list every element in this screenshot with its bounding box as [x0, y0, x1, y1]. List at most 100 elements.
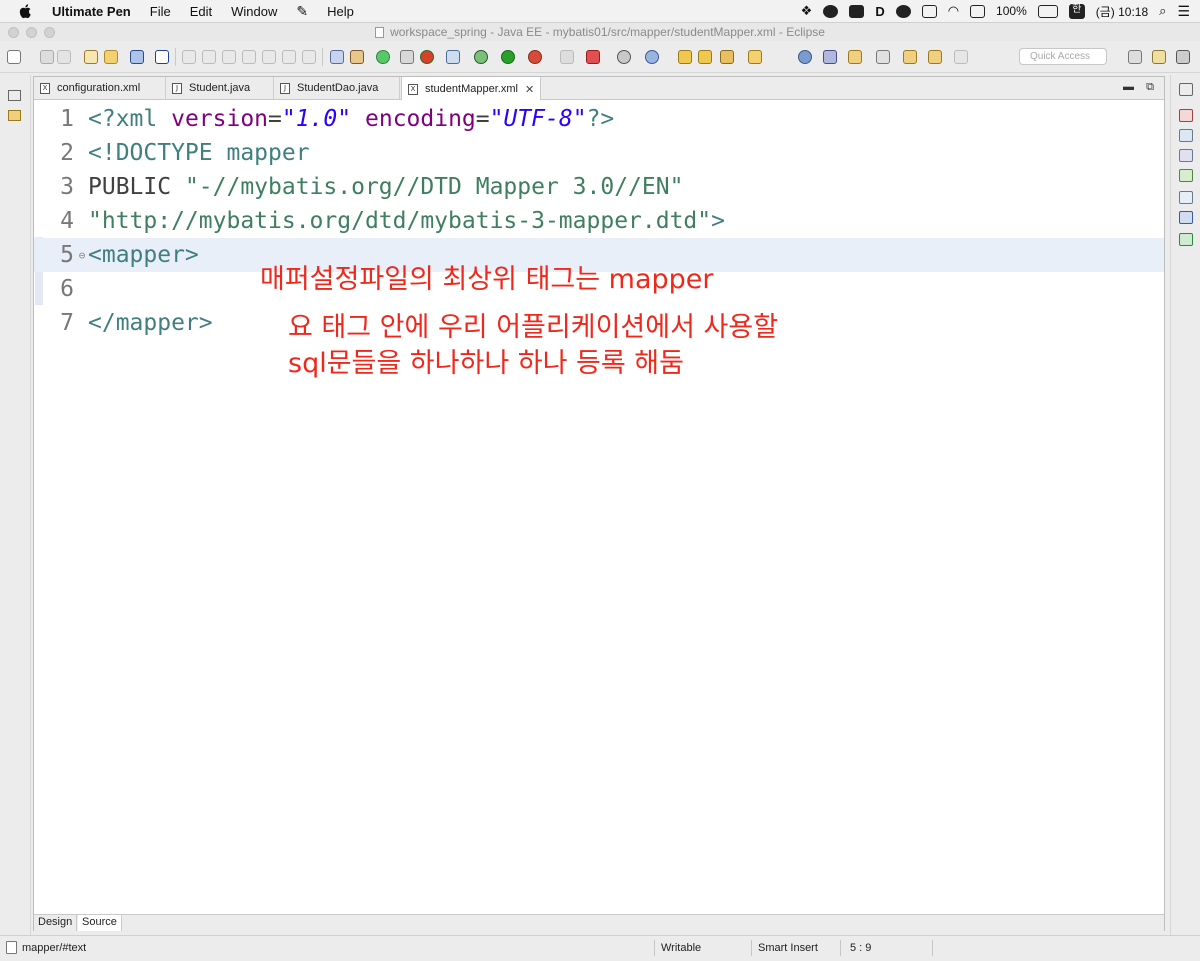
cloud-icon[interactable]: [895, 4, 911, 18]
dropbox-icon[interactable]: ❖: [801, 3, 813, 19]
line-number: 2: [60, 140, 74, 166]
code-line[interactable]: 2 <!DOCTYPE mapper: [34, 136, 1164, 170]
git-perspective-icon[interactable]: [1176, 50, 1190, 64]
skip-breakpoints-icon[interactable]: [155, 50, 169, 64]
code-line[interactable]: 4 "http://mybatis.org/dtd/mybatis-3-mappe…: [34, 204, 1164, 238]
menu-edit[interactable]: Edit: [190, 4, 212, 19]
minimize-editor-icon[interactable]: ▬: [1123, 81, 1134, 93]
tab-source[interactable]: Source: [78, 915, 122, 931]
wifi-icon[interactable]: ◠: [948, 3, 959, 19]
tab-studentmapper-xml[interactable]: X studentMapper.xml ✕: [401, 77, 541, 101]
tab-design[interactable]: Design: [34, 915, 78, 931]
coverage-icon[interactable]: [560, 50, 574, 64]
annotation-text-3: sql문들을 하나하나 하나 등록 해둠: [288, 348, 684, 379]
annotation-text-1: 매퍼설정파일의 최상위 태그는 mapper: [260, 264, 714, 295]
save-icon[interactable]: [40, 50, 54, 64]
debug-icon[interactable]: [474, 50, 488, 64]
apple-icon[interactable]: [18, 3, 34, 19]
previous-annotation-icon[interactable]: [876, 50, 890, 64]
toggle-mark-icon[interactable]: [400, 50, 414, 64]
resume-icon[interactable]: [182, 50, 196, 64]
minimize-window-button[interactable]: [26, 27, 37, 38]
server-icon[interactable]: [420, 50, 434, 64]
terminate-icon[interactable]: [222, 50, 236, 64]
edit-icon[interactable]: [720, 50, 734, 64]
java-ee-perspective-icon[interactable]: [1152, 50, 1166, 64]
step-over-icon[interactable]: [282, 50, 296, 64]
suspend-icon[interactable]: [202, 50, 216, 64]
open-folder-icon[interactable]: [678, 50, 692, 64]
close-tab-icon[interactable]: ✕: [525, 83, 534, 96]
status-separator: [840, 940, 841, 956]
close-window-button[interactable]: [8, 27, 19, 38]
progress-icon[interactable]: [1179, 233, 1193, 246]
chat-icon[interactable]: [823, 4, 839, 18]
back-icon[interactable]: [928, 50, 942, 64]
step-return-icon[interactable]: [302, 50, 316, 64]
input-method-icon[interactable]: 한: [1068, 3, 1085, 19]
restore-icon[interactable]: [1179, 83, 1193, 96]
outline-icon[interactable]: [1179, 109, 1193, 122]
spring-boot-icon[interactable]: [376, 50, 390, 64]
tab-label: Student.java: [189, 82, 251, 94]
run-last-tool-icon[interactable]: [586, 50, 600, 64]
menu-window[interactable]: Window: [231, 4, 277, 19]
globe-icon[interactable]: [798, 50, 812, 64]
search-icon[interactable]: [823, 50, 837, 64]
restore-icon[interactable]: [8, 90, 21, 101]
step-into-icon[interactable]: [262, 50, 276, 64]
project-explorer-icon[interactable]: [8, 110, 21, 121]
next-annotation-icon[interactable]: [848, 50, 862, 64]
tab-label: StudentDao.java: [297, 82, 379, 94]
line-number: 6: [60, 276, 74, 302]
menu-file[interactable]: File: [150, 4, 171, 19]
forward-icon[interactable]: [954, 50, 968, 64]
notification-center-icon[interactable]: ☰: [1177, 3, 1190, 20]
open-resource-icon[interactable]: [104, 50, 118, 64]
pen-icon[interactable]: ✎: [296, 3, 308, 20]
code-line[interactable]: 1 <?xml version="1.0" encoding="UTF-8"?>: [34, 102, 1164, 136]
menu-help[interactable]: Help: [327, 4, 354, 19]
external-tools-icon[interactable]: [528, 50, 542, 64]
open-project-icon[interactable]: [698, 50, 712, 64]
code-token: <mapper>: [88, 242, 199, 268]
clock[interactable]: (금) 10:18: [1096, 3, 1148, 20]
new-icon[interactable]: [7, 50, 21, 64]
task-list-icon[interactable]: [1179, 129, 1193, 142]
status-separator: [932, 940, 933, 956]
task-list-icon[interactable]: [330, 50, 344, 64]
console-icon[interactable]: [130, 50, 144, 64]
run-icon[interactable]: [501, 50, 515, 64]
open-type-icon[interactable]: [84, 50, 98, 64]
web-browser-icon[interactable]: [446, 50, 460, 64]
new-package-icon[interactable]: [645, 50, 659, 64]
code-editor[interactable]: 1 <?xml version="1.0" encoding="UTF-8"?> 2…: [34, 100, 1164, 912]
servers-icon[interactable]: [1179, 169, 1193, 182]
open-perspective-icon[interactable]: [1128, 50, 1142, 64]
zoom-window-button[interactable]: [44, 27, 55, 38]
maximize-editor-icon[interactable]: ⧉: [1146, 81, 1154, 94]
tab-configuration-xml[interactable]: X configuration.xml: [34, 77, 166, 99]
console-icon[interactable]: [1179, 211, 1193, 224]
disconnect-icon[interactable]: [242, 50, 256, 64]
app-name-menu[interactable]: Ultimate Pen: [52, 4, 131, 19]
new-java-project-icon[interactable]: [617, 50, 631, 64]
tab-studentdao-java[interactable]: J StudentDao.java: [274, 77, 400, 99]
fold-toggle-icon[interactable]: ⊖: [76, 249, 88, 262]
tab-student-java[interactable]: J Student.java: [166, 77, 274, 99]
command-icon[interactable]: [849, 4, 865, 18]
markers-icon[interactable]: [1179, 149, 1193, 162]
spring-tools-icon[interactable]: [350, 50, 364, 64]
data-source-icon[interactable]: [1179, 191, 1193, 204]
window-icon[interactable]: [921, 4, 937, 18]
code-line[interactable]: 3 PUBLIC "-//mybatis.org//DTD Mapper 3.0/…: [34, 170, 1164, 204]
annotations-icon[interactable]: [748, 50, 762, 64]
last-edit-location-icon[interactable]: [903, 50, 917, 64]
save-all-icon[interactable]: [57, 50, 71, 64]
airplay-icon[interactable]: [970, 4, 986, 18]
spotlight-icon[interactable]: ⌕: [1159, 3, 1166, 19]
dictionary-icon[interactable]: D: [875, 4, 884, 19]
code-token: "1.0": [281, 106, 352, 132]
battery-icon[interactable]: [1037, 4, 1058, 18]
quick-access-input[interactable]: Quick Access: [1019, 48, 1107, 65]
